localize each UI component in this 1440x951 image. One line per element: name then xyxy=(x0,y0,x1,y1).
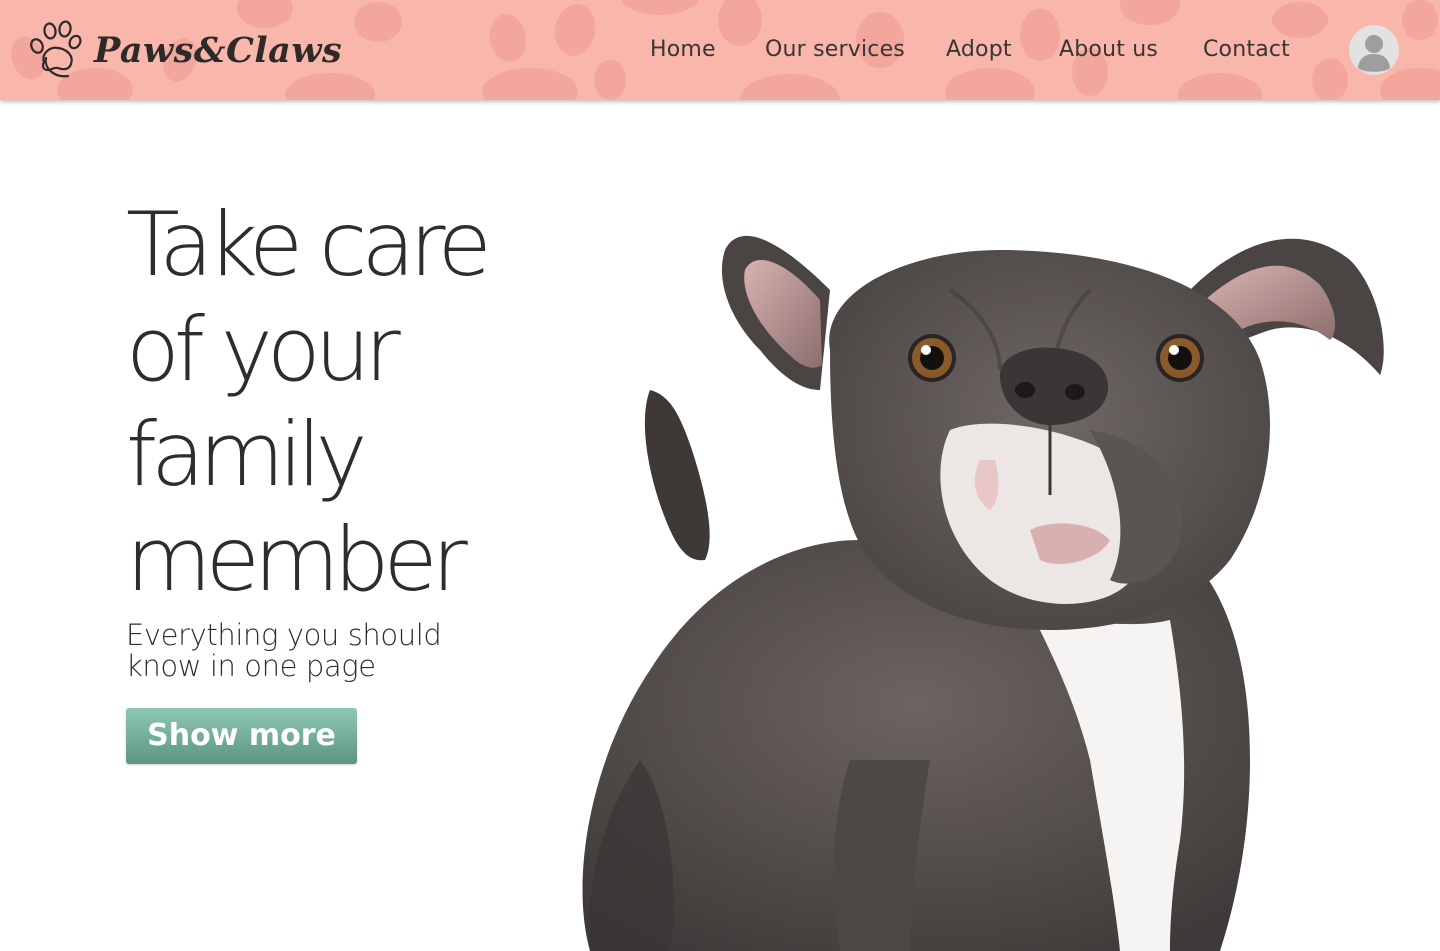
hero-title-line: Take care xyxy=(126,193,492,296)
hero-title-line: member xyxy=(126,508,468,611)
hero-title-line: of your xyxy=(126,298,401,401)
dog-photo xyxy=(582,235,1384,951)
hero-subtitle: Everything you should know in one page xyxy=(126,618,442,683)
show-more-button[interactable]: Show more xyxy=(126,708,357,764)
landing-page: Paws&Claws Home Our services Adopt About… xyxy=(0,0,1440,951)
hero-title-line: family xyxy=(126,403,368,506)
hero-title: Take care of your family member xyxy=(126,192,546,612)
user-avatar-icon[interactable] xyxy=(1349,25,1399,75)
brand-name: Paws&Claws xyxy=(94,29,343,71)
nav-about-us[interactable]: About us xyxy=(1059,34,1158,66)
nav-adopt[interactable]: Adopt xyxy=(946,34,1012,66)
nav-contact[interactable]: Contact xyxy=(1203,34,1290,66)
nav-home[interactable]: Home xyxy=(650,34,716,66)
paw-icon xyxy=(30,20,82,78)
site-header: Paws&Claws Home Our services Adopt About… xyxy=(0,0,1440,100)
brand-logo[interactable]: Paws&Claws xyxy=(24,18,342,82)
nav-our-services[interactable]: Our services xyxy=(765,34,905,66)
